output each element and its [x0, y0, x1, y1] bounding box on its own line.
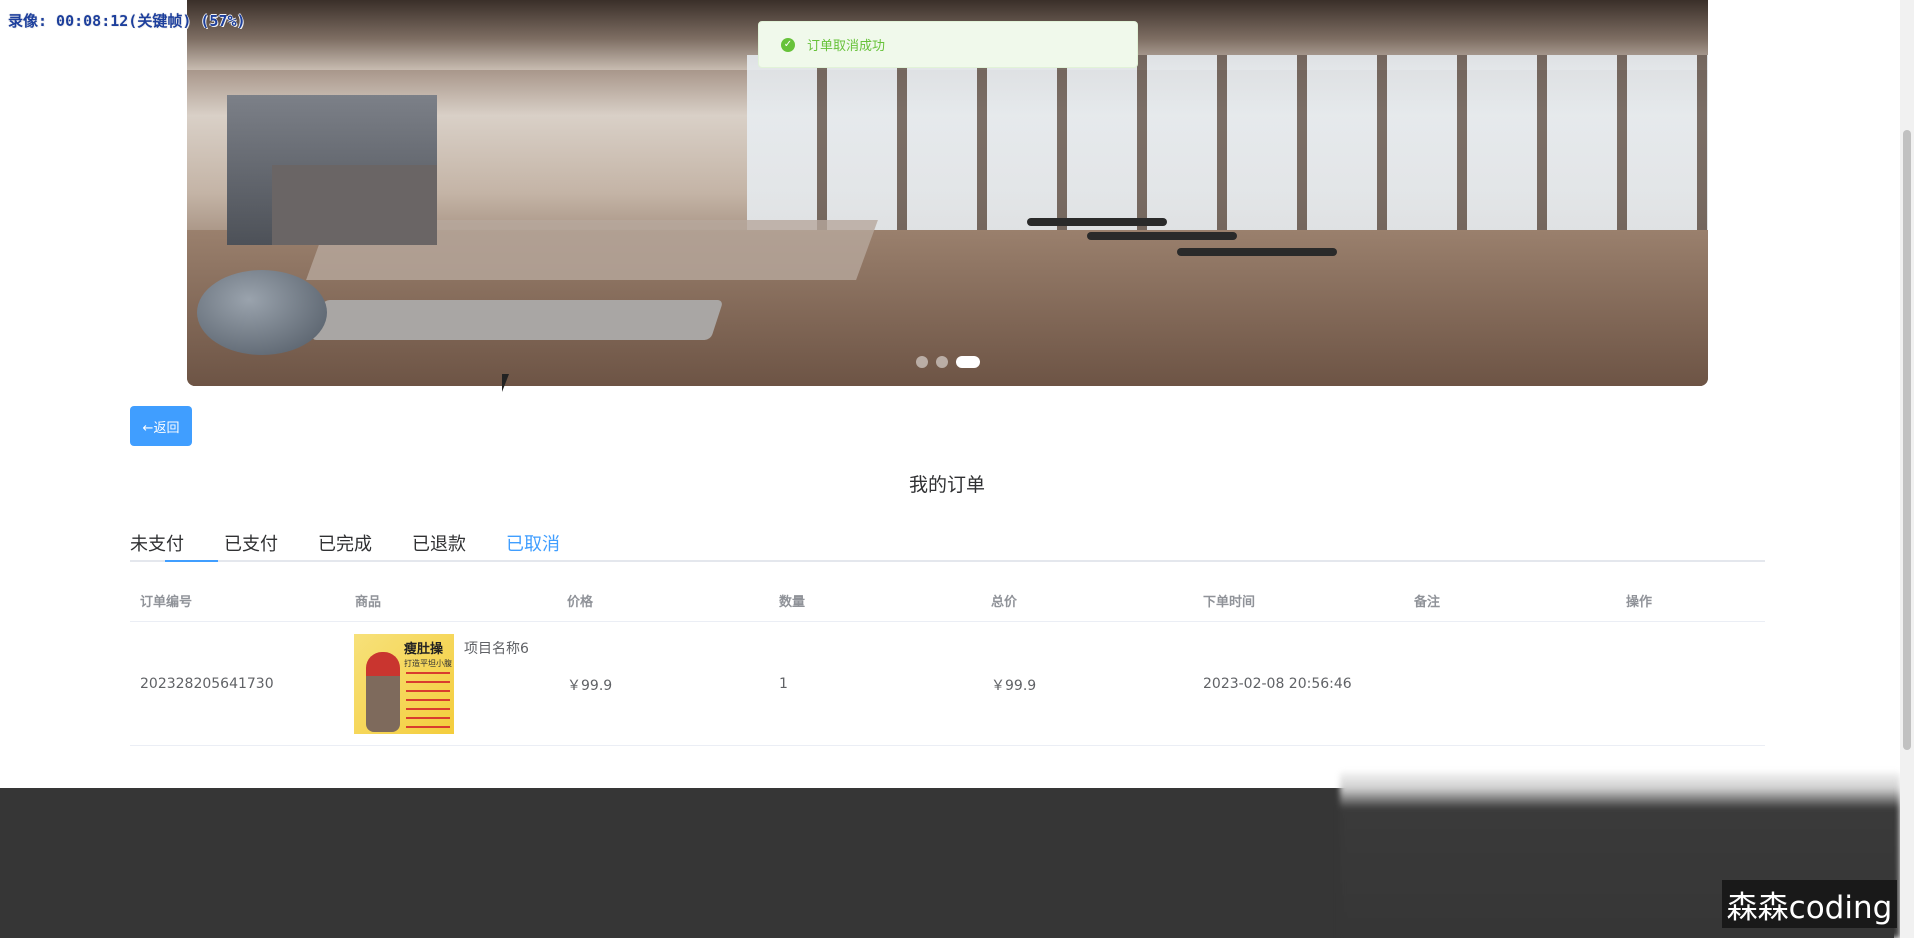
banner-mat: [310, 300, 724, 340]
col-quantity: 数量: [779, 595, 806, 610]
watermark: 森森coding: [1722, 880, 1897, 928]
total-cell: ￥99.9: [991, 678, 1037, 694]
treadmill: [1027, 218, 1167, 226]
table-row: 202328205641730 瘦肚操 打造平坦小腹 项目名称6 ￥99.9 1…: [130, 622, 1765, 746]
banner-windows: [747, 55, 1708, 235]
carousel-dot-active[interactable]: [955, 356, 980, 368]
order-tabs: 未支付 已支付 已完成 已退款 已取消: [130, 528, 1765, 562]
product-image-text-lines: [406, 672, 450, 728]
col-order-time: 下单时间: [1203, 595, 1256, 610]
product-image-title: 瘦肚操: [404, 642, 444, 657]
quantity-cell: 1: [779, 676, 788, 692]
page-scrollbar[interactable]: [1900, 0, 1914, 938]
tab-refunded[interactable]: 已退款: [412, 530, 466, 556]
product-figure: [366, 652, 400, 732]
mouse-cursor-icon: [502, 374, 509, 392]
product-name: 项目名称6: [464, 641, 529, 657]
col-total: 总价: [991, 595, 1018, 610]
tab-unpaid[interactable]: 未支付: [130, 530, 184, 556]
treadmill: [1177, 248, 1337, 256]
carousel-dot[interactable]: [915, 356, 928, 368]
success-toast: ✓ 订单取消成功: [758, 21, 1138, 68]
banner-cabinet: [227, 95, 437, 245]
col-actions: 操作: [1626, 595, 1653, 610]
carousel-indicators: [187, 356, 1708, 368]
back-button[interactable]: ←返回: [130, 406, 192, 446]
banner-ball: [197, 270, 327, 355]
col-order-no: 订单编号: [140, 595, 193, 610]
tab-active-bar: [165, 560, 218, 562]
page-title: 我的订单: [908, 474, 985, 496]
tab-cancelled[interactable]: 已取消: [506, 530, 560, 556]
order-number: 202328205641730: [140, 676, 274, 692]
col-remark: 备注: [1414, 595, 1441, 610]
product-image-subtitle: 打造平坦小腹: [404, 659, 452, 668]
tab-completed[interactable]: 已完成: [318, 530, 372, 556]
table-header: 订单编号 商品 价格 数量 总价 下单时间 备注 操作: [130, 578, 1765, 622]
col-price: 价格: [567, 595, 594, 610]
treadmill: [1087, 232, 1237, 240]
check-circle-icon: ✓: [781, 37, 795, 52]
carousel-dot[interactable]: [935, 356, 948, 368]
recording-indicator: 录像: 00:08:12(关键帧) (57%): [8, 12, 246, 30]
price-cell: ￥99.9: [567, 678, 613, 694]
scrollbar-thumb[interactable]: [1903, 130, 1911, 750]
col-product: 商品: [355, 595, 382, 610]
product-image: 瘦肚操 打造平坦小腹: [354, 634, 454, 734]
order-time-cell: 2023-02-08 20:56:46: [1203, 676, 1352, 692]
orders-table: 订单编号 商品 价格 数量 总价 下单时间 备注 操作 202328205641…: [130, 578, 1765, 746]
tab-paid[interactable]: 已支付: [224, 530, 278, 556]
toast-message: 订单取消成功: [807, 39, 886, 54]
